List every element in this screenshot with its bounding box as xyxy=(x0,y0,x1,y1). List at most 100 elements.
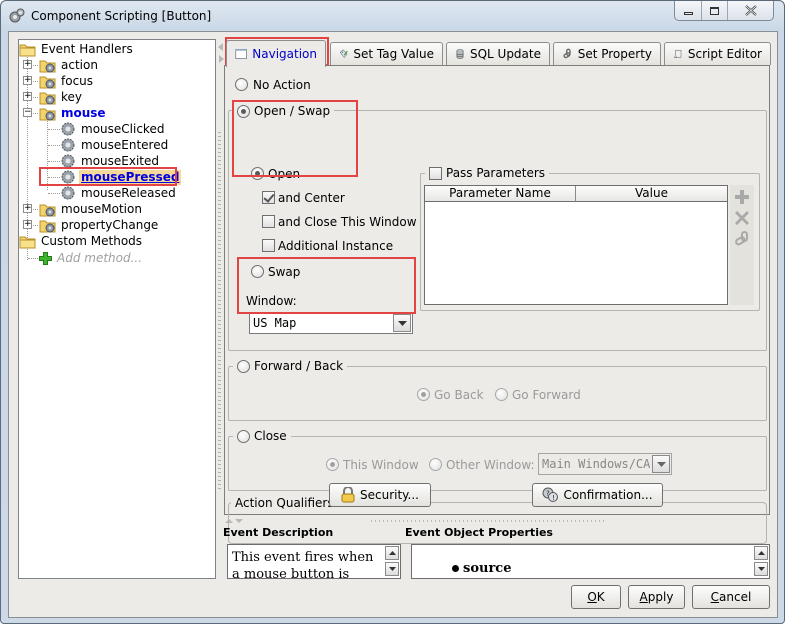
database-icon xyxy=(456,49,464,59)
maximize-button[interactable] xyxy=(702,1,728,20)
close-label: Close xyxy=(254,429,287,443)
and-center-checkbox[interactable] xyxy=(262,191,275,204)
tab-sql-update[interactable]: SQL Update xyxy=(446,42,550,65)
event-object-properties-text[interactable]: source xyxy=(411,544,770,579)
tab-script-editor[interactable]: Script Editor xyxy=(664,42,771,65)
dropdown-arrow-icon[interactable] xyxy=(393,314,411,332)
folder-gear-icon xyxy=(39,92,56,104)
tree-node-mousepressed[interactable]: mousePressed xyxy=(60,169,182,185)
cancel-button[interactable]: Cancel xyxy=(692,585,770,609)
security-button-label: Security... xyxy=(359,488,419,502)
no-action-radio[interactable] xyxy=(235,78,248,91)
component-scripting-window: Component Scripting [Button] Event Handl… xyxy=(0,0,785,624)
pass-parameters-legend: Pass Parameters xyxy=(425,165,550,181)
tree-node-mousereleased[interactable]: mouseReleased xyxy=(60,185,178,201)
property-name: source xyxy=(463,561,512,576)
close-radio[interactable] xyxy=(237,429,250,443)
splitter-collapse-arrows[interactable] xyxy=(217,41,225,65)
scroll-up-button[interactable] xyxy=(385,546,399,560)
forward-back-radio[interactable] xyxy=(237,359,250,373)
open-radio[interactable] xyxy=(251,167,264,180)
swap-radio[interactable] xyxy=(251,265,264,278)
collapse-toggle[interactable]: − xyxy=(23,108,32,117)
other-window-label: Other Window: xyxy=(446,458,535,472)
ok-button[interactable]: OK xyxy=(571,585,621,609)
go-forward-label: Go Forward xyxy=(512,388,581,402)
remove-parameter-icon[interactable] xyxy=(734,210,750,226)
expand-toggle[interactable]: + xyxy=(23,76,32,85)
scrollbar[interactable] xyxy=(385,546,399,577)
close-button[interactable] xyxy=(728,1,773,20)
folder-gear-icon xyxy=(39,108,56,120)
minimize-button[interactable] xyxy=(675,1,702,20)
expand-toggle[interactable]: + xyxy=(23,220,32,229)
other-window-radio[interactable] xyxy=(429,458,442,471)
horizontal-splitter[interactable] xyxy=(371,520,607,522)
and-close-this-window-label: and Close This Window xyxy=(278,215,417,229)
tree-label: mouseReleased xyxy=(81,185,176,200)
open-label: Open xyxy=(268,167,301,181)
event-description-text[interactable]: This event fires when a mouse button is … xyxy=(227,544,401,579)
event-handler-tree[interactable]: Event Handlers + action + focus + key − … xyxy=(18,39,216,579)
tab-set-tag-value[interactable]: Set Tag Value xyxy=(330,42,443,65)
this-window-radio[interactable] xyxy=(326,458,339,471)
gear-icon xyxy=(61,170,75,184)
go-forward-radio[interactable] xyxy=(495,388,508,401)
title-bar[interactable]: Component Scripting [Button] xyxy=(1,1,784,33)
parameter-tools xyxy=(730,185,754,305)
tree-node-mouse[interactable]: mouse xyxy=(39,105,108,121)
tab-set-property[interactable]: Set Property xyxy=(553,42,661,65)
bind-parameter-icon[interactable] xyxy=(734,231,750,247)
add-parameter-icon[interactable] xyxy=(734,189,750,205)
window-select[interactable]: US Map xyxy=(249,312,413,334)
tree-node-key[interactable]: key xyxy=(39,89,84,105)
expand-toggle[interactable]: + xyxy=(23,92,32,101)
vertical-splitter[interactable] xyxy=(218,132,221,492)
window-icon xyxy=(235,49,247,59)
tree-node-mouseentered[interactable]: mouseEntered xyxy=(60,137,170,153)
expand-toggle[interactable]: + xyxy=(23,60,32,69)
confirmation-button[interactable]: ? ! Confirmation... xyxy=(532,483,663,507)
column-header-value[interactable]: Value xyxy=(576,186,727,202)
tree-node-propertychange[interactable]: propertyChange xyxy=(39,217,160,233)
horizontal-splitter-arrows[interactable] xyxy=(225,518,245,524)
additional-instance-checkbox[interactable] xyxy=(262,239,275,252)
other-window-select-value: Main Windows/CA xyxy=(542,457,651,471)
tree-node-focus[interactable]: focus xyxy=(39,73,95,89)
scroll-icon xyxy=(673,49,682,59)
scroll-down-button[interactable] xyxy=(754,562,768,576)
tree-node-mousemotion[interactable]: mouseMotion xyxy=(39,201,144,217)
additional-instance-label: Additional Instance xyxy=(278,239,394,253)
tree-label: action xyxy=(61,57,98,72)
and-close-this-window-checkbox[interactable] xyxy=(262,215,275,228)
tree-label: key xyxy=(61,89,83,104)
dropdown-arrow-icon[interactable] xyxy=(652,455,670,473)
tree-node-add-method[interactable]: Add method... xyxy=(39,250,144,266)
tree-label: focus xyxy=(61,73,94,88)
tree-node-mouseexited[interactable]: mouseExited xyxy=(60,153,161,169)
and-center-label: and Center xyxy=(278,191,345,205)
go-back-radio[interactable] xyxy=(417,388,430,401)
pass-parameters-checkbox[interactable] xyxy=(429,166,442,180)
confirmation-button-label: Confirmation... xyxy=(563,488,653,502)
tree-node-custom-methods[interactable]: Custom Methods xyxy=(19,233,144,249)
security-button[interactable]: Security... xyxy=(329,483,431,507)
apply-button[interactable]: Apply xyxy=(628,585,685,609)
tab-label: Set Property xyxy=(577,47,652,61)
expand-toggle[interactable]: + xyxy=(23,204,32,213)
tree-node-event-handlers[interactable]: Event Handlers xyxy=(19,41,135,57)
tab-navigation[interactable]: Navigation xyxy=(226,40,326,67)
tree-label: mouseMotion xyxy=(61,201,142,216)
swap-label: Swap xyxy=(268,265,301,279)
open-swap-radio[interactable] xyxy=(237,104,250,118)
scroll-down-button[interactable] xyxy=(385,562,399,576)
column-header-parameter-name[interactable]: Parameter Name xyxy=(425,186,576,202)
scroll-up-button[interactable] xyxy=(754,546,768,560)
svg-text:?: ? xyxy=(546,490,550,498)
scrollbar[interactable] xyxy=(754,546,768,577)
tree-node-mouseclicked[interactable]: mouseClicked xyxy=(60,121,166,137)
other-window-select[interactable]: Main Windows/CA xyxy=(538,453,672,475)
tree-node-action[interactable]: action xyxy=(39,57,100,73)
tree-label-selected: mousePressed xyxy=(79,169,182,185)
parameters-table[interactable]: Parameter Name Value xyxy=(424,185,728,305)
